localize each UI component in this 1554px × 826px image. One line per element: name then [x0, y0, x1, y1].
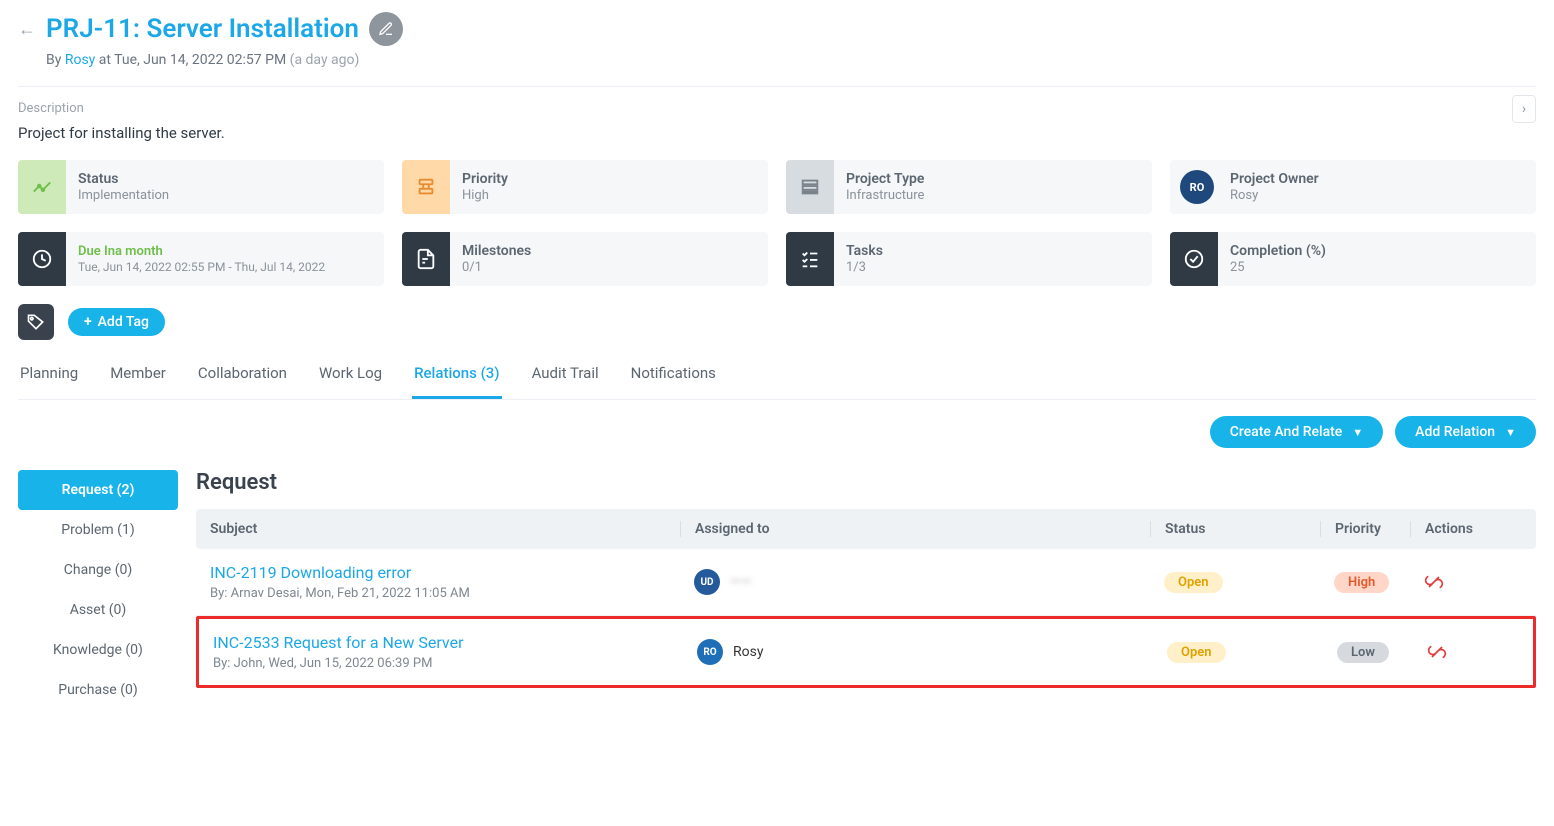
priority-card: PriorityHigh [402, 160, 768, 214]
th-subject: Subject [210, 521, 680, 537]
assignee-name: —— [730, 574, 752, 590]
by-prefix: By [46, 52, 65, 68]
priority-icon [402, 160, 450, 214]
request-link[interactable]: INC-2119 Downloading error [210, 563, 680, 582]
sidebar-item-purchase[interactable]: Purchase (0) [18, 670, 178, 710]
sidebar-item-request[interactable]: Request (2) [18, 470, 178, 510]
project-type-label: Project Type [846, 171, 924, 188]
tab-planning[interactable]: Planning [18, 354, 80, 399]
milestones-label: Milestones [462, 243, 531, 260]
status-icon [18, 160, 66, 214]
byline-relative: (a day ago) [290, 52, 360, 68]
tab-collaboration[interactable]: Collaboration [196, 354, 289, 399]
completion-label: Completion (%) [1230, 243, 1326, 260]
avatar: RO [697, 639, 723, 665]
table-header: Subject Assigned to Status Priority Acti… [196, 509, 1536, 549]
th-status: Status [1150, 521, 1320, 537]
create-and-relate-button[interactable]: Create And Relate ▼ [1210, 416, 1383, 448]
milestones-card: Milestones0/1 [402, 232, 768, 286]
sidebar-item-asset[interactable]: Asset (0) [18, 590, 178, 630]
priority-badge: Low [1337, 642, 1389, 663]
tab-member[interactable]: Member [108, 354, 168, 399]
add-tag-button[interactable]: + Add Tag [68, 308, 165, 336]
unlink-button[interactable] [1427, 642, 1519, 662]
request-meta: By: Arnav Desai, Mon, Feb 21, 2022 11:05… [210, 586, 680, 601]
due-value: Tue, Jun 14, 2022 02:55 PM - Thu, Jul 14… [78, 260, 325, 274]
page-title: PRJ-11: Server Installation [46, 14, 359, 44]
tab-work-log[interactable]: Work Log [317, 354, 384, 399]
tab-notifications[interactable]: Notifications [629, 354, 718, 399]
status-label: Status [78, 171, 169, 188]
author-link[interactable]: Rosy [65, 52, 95, 68]
project-type-icon [786, 160, 834, 214]
sidebar-item-change[interactable]: Change (0) [18, 550, 178, 590]
chevron-down-icon: ▼ [1352, 426, 1363, 439]
chevron-down-icon: ▼ [1505, 426, 1516, 439]
due-label: Due Ina month [78, 244, 325, 260]
owner-avatar: RO [1170, 160, 1218, 214]
project-type-card: Project TypeInfrastructure [786, 160, 1152, 214]
project-owner-label: Project Owner [1230, 171, 1319, 188]
priority-value: High [462, 188, 508, 204]
completion-value: 25 [1230, 260, 1326, 276]
completion-card: Completion (%)25 [1170, 232, 1536, 286]
milestones-icon [402, 232, 450, 286]
plus-icon: + [84, 314, 92, 330]
table-row: INC-2533 Request for a New Server By: Jo… [196, 616, 1536, 688]
tab-relations[interactable]: Relations (3) [412, 354, 501, 399]
milestones-value: 0/1 [462, 260, 531, 276]
add-tag-label: Add Tag [98, 314, 149, 330]
th-priority: Priority [1320, 521, 1410, 537]
table-row: INC-2119 Downloading error By: Arnav Des… [196, 549, 1536, 616]
tab-audit-trail[interactable]: Audit Trail [530, 354, 601, 399]
byline-at: at Tue, Jun 14, 2022 02:57 PM [95, 52, 289, 68]
th-assigned: Assigned to [680, 521, 1150, 537]
unlink-button[interactable] [1424, 572, 1522, 592]
avatar: UD [694, 569, 720, 595]
expand-sidebar-button[interactable]: › [1512, 95, 1536, 123]
th-actions: Actions [1410, 521, 1522, 537]
sidebar-item-problem[interactable]: Problem (1) [18, 510, 178, 550]
tasks-card: Tasks1/3 [786, 232, 1152, 286]
priority-badge: High [1334, 572, 1389, 593]
due-card: Due Ina monthTue, Jun 14, 2022 02:55 PM … [18, 232, 384, 286]
request-meta: By: John, Wed, Jun 15, 2022 06:39 PM [213, 656, 683, 671]
status-badge: Open [1164, 572, 1223, 593]
divider [18, 86, 1536, 87]
status-value: Implementation [78, 188, 169, 204]
tasks-label: Tasks [846, 243, 883, 260]
sidebar-item-knowledge[interactable]: Knowledge (0) [18, 630, 178, 670]
create-relate-label: Create And Relate [1230, 424, 1343, 440]
pencil-icon [378, 21, 394, 37]
tasks-icon [786, 232, 834, 286]
back-icon[interactable]: ← [18, 19, 36, 40]
add-relation-button[interactable]: Add Relation ▼ [1395, 416, 1536, 448]
edit-button[interactable] [369, 12, 403, 46]
byline: By Rosy at Tue, Jun 14, 2022 02:57 PM (a… [46, 52, 1536, 68]
description-label: Description [18, 101, 225, 116]
clock-icon [18, 232, 66, 286]
description-text: Project for installing the server. [18, 124, 225, 142]
check-circle-icon [1170, 232, 1218, 286]
priority-label: Priority [462, 171, 508, 188]
project-owner-value: Rosy [1230, 188, 1319, 204]
project-owner-card: RO Project OwnerRosy [1170, 160, 1536, 214]
section-title: Request [196, 470, 1536, 495]
tag-icon [18, 304, 54, 340]
tasks-value: 1/3 [846, 260, 883, 276]
status-badge: Open [1167, 642, 1226, 663]
request-link[interactable]: INC-2533 Request for a New Server [213, 633, 683, 652]
chevron-right-icon: › [1522, 101, 1526, 117]
status-card: StatusImplementation [18, 160, 384, 214]
project-type-value: Infrastructure [846, 188, 924, 204]
add-relation-label: Add Relation [1415, 424, 1495, 440]
assignee-name: Rosy [733, 644, 763, 660]
